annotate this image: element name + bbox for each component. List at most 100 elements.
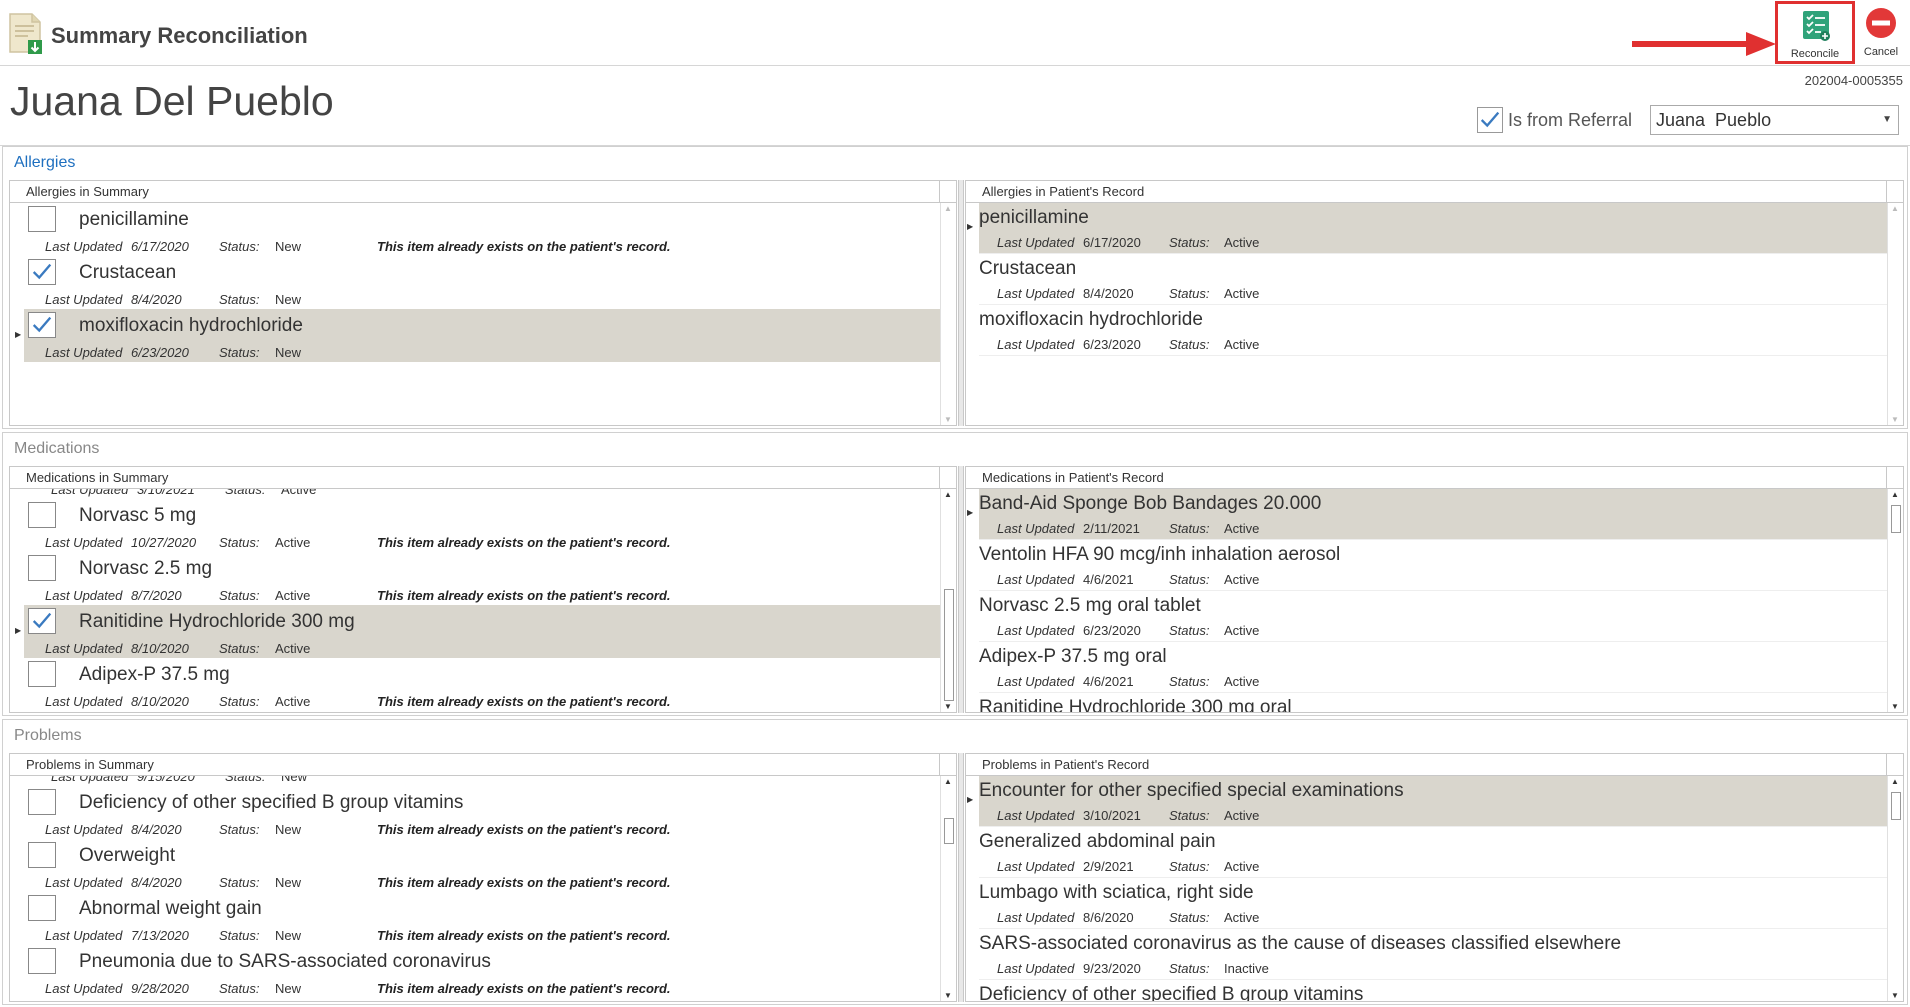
scroll-up-icon[interactable]: ▲ <box>944 490 952 499</box>
cancel-button[interactable]: Cancel <box>1856 4 1906 62</box>
scroll-down-icon[interactable]: ▼ <box>944 991 952 1000</box>
last-updated-label: Last Updated <box>45 588 123 603</box>
scroll-down-icon[interactable]: ▼ <box>944 702 952 711</box>
allergies-section: Allergies Allergies in Summary penicillami… <box>2 146 1908 429</box>
last-updated-date: 6/17/2020 <box>131 239 189 254</box>
allergies-record-item[interactable]: moxifloxacin hydrochloride Last Updated 6/… <box>979 305 1887 356</box>
status-value: Active <box>275 535 311 550</box>
status-label: Status: <box>219 822 260 837</box>
is-from-referral-checkbox[interactable] <box>1477 107 1503 133</box>
item-name: Encounter for other specified special ex… <box>979 780 1404 801</box>
scroll-down-icon[interactable]: ▼ <box>944 415 952 424</box>
problems-summary-item[interactable]: Abnormal weight gain Last Updated 7/13/202… <box>24 892 940 945</box>
medications-summary-header: Medications in Summary <box>10 467 956 489</box>
row-pointer-icon: ▶ <box>967 795 974 804</box>
medications-record-scrollbar[interactable]: ▲ ▼ <box>1887 489 1903 712</box>
scroll-up-icon[interactable]: ▲ <box>1891 204 1899 213</box>
item-name: Overweight <box>79 845 176 866</box>
scroll-down-icon[interactable]: ▼ <box>1891 702 1899 711</box>
problems-record-scrollbar[interactable]: ▲ ▼ <box>1887 776 1903 1001</box>
status-label: Status: <box>219 981 260 996</box>
medications-summary-item[interactable]: Adipex-P 37.5 mg Last Updated 8/10/2020 Sta… <box>24 658 940 711</box>
scroll-down-icon[interactable]: ▼ <box>1891 991 1899 1000</box>
last-updated-label: Last Updated <box>997 235 1075 250</box>
item-name: Adipex-P 37.5 mg <box>79 664 230 685</box>
scroll-thumb[interactable] <box>1891 505 1901 533</box>
allergies-record-item[interactable]: penicillamine Last Updated 6/17/2020 Status… <box>967 203 1887 254</box>
summary-partial-row[interactable]: Last Updated 9/15/2020 Status: New <box>24 776 940 786</box>
duplicate-note: This item already exists on the patient'… <box>377 588 671 603</box>
include-checkbox[interactable] <box>28 842 56 868</box>
problems-summary-item[interactable]: Pneumonia due to SARS-associated coronav… <box>24 945 940 998</box>
last-updated-date: 10/27/2020 <box>131 535 197 550</box>
allergies-splitter[interactable] <box>958 180 964 426</box>
include-checkbox[interactable] <box>28 206 56 232</box>
include-checkbox[interactable] <box>28 948 56 974</box>
problems-record-item[interactable]: Encounter for other specified special ex… <box>967 776 1887 827</box>
scroll-thumb[interactable] <box>944 818 954 844</box>
patient-name: Juana Del Pueblo <box>10 78 334 124</box>
problems-record-item[interactable]: Deficiency of other specified B group vi… <box>979 980 1887 1001</box>
include-checkbox[interactable] <box>28 502 56 528</box>
include-checkbox[interactable] <box>28 661 56 687</box>
reconcile-button[interactable]: Reconcile <box>1775 1 1855 64</box>
include-checkbox[interactable] <box>28 259 56 285</box>
item-name: penicillamine <box>79 209 189 230</box>
scroll-thumb[interactable] <box>1891 792 1901 820</box>
item-name: Adipex-P 37.5 mg oral <box>979 646 1167 667</box>
last-updated-date: 8/10/2020 <box>131 641 189 656</box>
scroll-thumb[interactable] <box>944 589 954 701</box>
summary-partial-row[interactable]: Last Updated 3/10/2021 Status: Active <box>24 489 940 499</box>
last-updated-date: 6/23/2020 <box>131 345 189 360</box>
item-name: penicillamine <box>979 207 1089 228</box>
medications-splitter[interactable] <box>958 466 964 713</box>
include-checkbox[interactable] <box>28 789 56 815</box>
status-value: Active <box>1224 286 1260 301</box>
header-separator <box>939 181 940 203</box>
include-checkbox[interactable] <box>28 895 56 921</box>
medications-summary-item[interactable]: Norvasc 5 mg Last Updated 10/27/2020 Status… <box>24 499 940 552</box>
medications-record-item[interactable]: Band-Aid Sponge Bob Bandages 20.000 Last … <box>967 489 1887 540</box>
medications-record-item[interactable]: Adipex-P 37.5 mg oral Last Updated 4/6/202… <box>979 642 1887 693</box>
include-checkbox[interactable] <box>28 555 56 581</box>
medications-record-item[interactable]: Norvasc 2.5 mg oral tablet Last Updated 6/… <box>979 591 1887 642</box>
allergies-summary-item[interactable]: Crustacean Last Updated 8/4/2020 Status: New <box>24 256 940 309</box>
checkmark-icon <box>32 612 52 629</box>
last-updated-label: Last Updated <box>45 641 123 656</box>
column-header-label: Problems in Patient's Record <box>982 757 1150 772</box>
problems-summary-scrollbar[interactable]: ▲ ▼ <box>940 776 956 1001</box>
allergies-summary-item[interactable]: moxifloxacin hydrochloride Last Updated 6/… <box>15 309 940 362</box>
allergies-summary-item[interactable]: penicillamine Last Updated 6/17/2020 Status… <box>24 203 940 256</box>
problems-record-item[interactable]: Lumbago with sciatica, right side Last Up… <box>979 878 1887 929</box>
problems-summary-item[interactable]: Overweight Last Updated 8/4/2020 Status: New… <box>24 839 940 892</box>
last-updated-date: 3/10/2021 <box>1083 808 1141 823</box>
problems-summary-item[interactable]: Deficiency of other specified B group vi… <box>24 786 940 839</box>
scroll-up-icon[interactable]: ▲ <box>1891 777 1899 786</box>
column-header-label: Medications in Summary <box>26 470 169 485</box>
allergies-record-item[interactable]: Crustacean Last Updated 8/4/2020 Status: Act… <box>979 254 1887 305</box>
referral-source-dropdown[interactable]: Juana Pueblo ▼ <box>1650 105 1899 135</box>
medications-record-item[interactable]: Ranitidine Hydrochloride 300 mg oral <box>979 693 1887 712</box>
status-label: Status: <box>225 776 266 784</box>
include-checkbox[interactable] <box>28 312 56 338</box>
scroll-down-icon[interactable]: ▼ <box>1891 415 1899 424</box>
medications-summary-scrollbar[interactable]: ▲ ▼ <box>940 489 956 712</box>
allergies-summary-scrollbar[interactable]: ▲ ▼ <box>940 203 956 425</box>
row-pointer-icon: ▶ <box>15 330 22 339</box>
problems-splitter[interactable] <box>958 753 964 1002</box>
status-label: Status: <box>219 641 260 656</box>
status-label: Status: <box>219 292 260 307</box>
medications-summary-item[interactable]: Ranitidine Hydrochloride 300 mg Last Upda… <box>15 605 940 658</box>
problems-record-item[interactable]: SARS-associated coronavirus as the cause… <box>979 929 1887 980</box>
status-label: Status: <box>219 345 260 360</box>
medications-record-item[interactable]: Ventolin HFA 90 mcg/inh inhalation aeros… <box>979 540 1887 591</box>
allergies-record-scrollbar[interactable]: ▲ ▼ <box>1887 203 1903 425</box>
scroll-up-icon[interactable]: ▲ <box>944 777 952 786</box>
medications-summary-item[interactable]: Norvasc 2.5 mg Last Updated 8/7/2020 Status… <box>24 552 940 605</box>
row-pointer-icon: ▶ <box>15 626 22 635</box>
last-updated-label: Last Updated <box>997 808 1075 823</box>
scroll-up-icon[interactable]: ▲ <box>944 204 952 213</box>
scroll-up-icon[interactable]: ▲ <box>1891 490 1899 499</box>
problems-record-item[interactable]: Generalized abdominal pain Last Updated 2/… <box>979 827 1887 878</box>
include-checkbox[interactable] <box>28 608 56 634</box>
